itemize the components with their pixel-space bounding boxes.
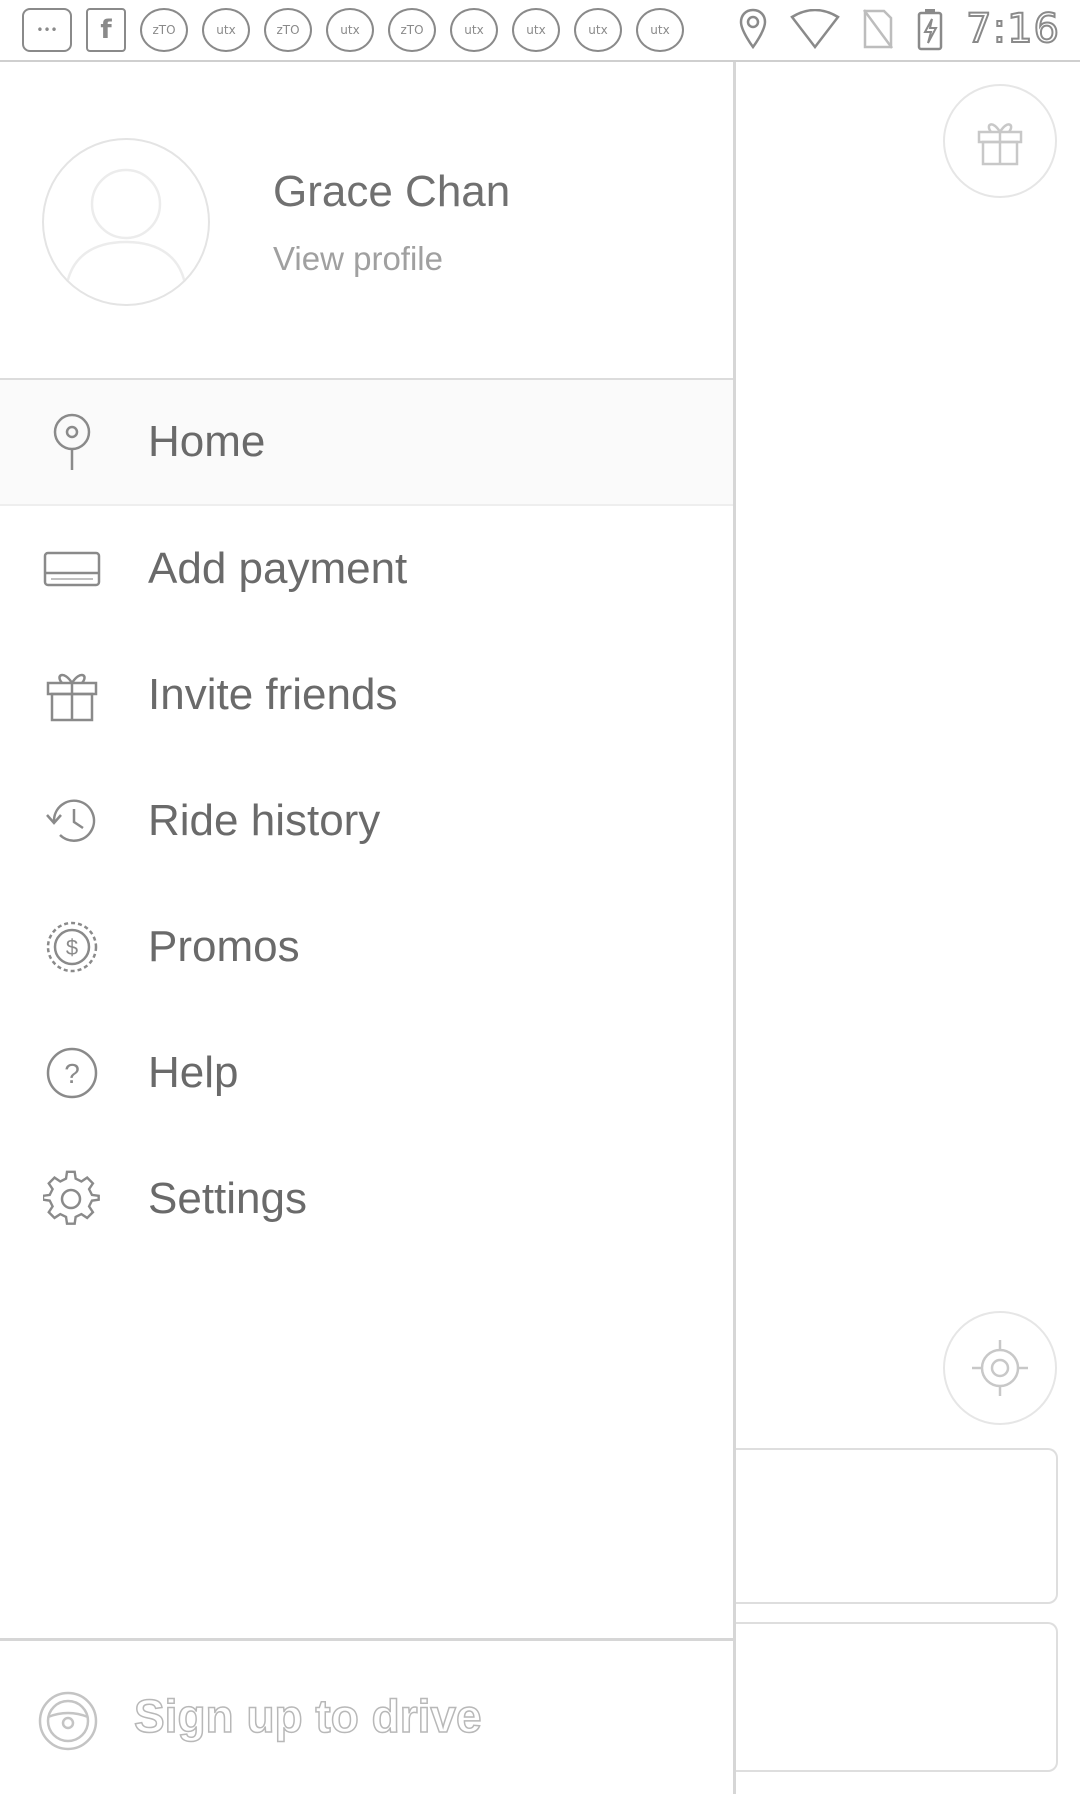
view-profile-link[interactable]: View profile [273,240,443,278]
gift-icon [40,663,104,727]
menu-label: Promos [148,922,300,971]
clock: 7:16 [965,5,1060,53]
sign-up-to-drive-label: Sign up to drive [133,1689,482,1743]
credit-card-icon [40,537,104,601]
locate-me-button[interactable] [943,1311,1057,1425]
ride-option-card[interactable] [736,1622,1058,1772]
app-notification-icon: utx [202,8,250,52]
destination-card[interactable] [736,1448,1058,1604]
steering-wheel-icon [36,1689,100,1753]
user-name: Grace Chan [273,167,511,216]
wifi-icon [790,9,841,49]
gift-button[interactable] [943,84,1057,198]
messages-icon: ••• [22,8,72,52]
menu-label: Home [148,417,266,466]
app-notification-icon: utx [574,8,622,52]
menu-label: Invite friends [148,670,398,719]
promo-badge-icon: $ [40,915,104,979]
menu-item-ride-history[interactable]: Ride history [0,758,733,884]
app-notification-icon: zTO [264,8,312,52]
app-notification-icon: utx [636,8,684,52]
app-notification-icon: utx [326,8,374,52]
location-pin-icon [40,410,104,474]
notification-icons: ••• f zTO utx zTO utx zTO utx utx utx ut… [22,8,684,52]
help-icon: ? [40,1041,104,1105]
facebook-icon: f [86,8,126,52]
menu-item-help[interactable]: ? Help [0,1010,733,1136]
gift-icon [977,123,1023,166]
svg-text:$: $ [66,935,78,960]
svg-text:?: ? [64,1058,80,1089]
status-bar: ••• f zTO utx zTO utx zTO utx utx utx ut… [0,0,1080,62]
person-silhouette-icon [64,168,188,291]
profile-header[interactable]: Grace Chan View profile [0,62,733,380]
menu-item-home[interactable]: Home [0,380,733,506]
app-notification-icon: utx [450,8,498,52]
location-icon [739,8,767,50]
menu-label: Settings [148,1174,307,1223]
drawer-menu: Home Add payment Invite friends Ride his… [0,380,733,1262]
menu-label: Help [148,1048,239,1097]
battery-charging-icon [917,9,943,51]
menu-item-promos[interactable]: $ Promos [0,884,733,1010]
app-notification-icon: zTO [140,8,188,52]
app-notification-icon: utx [512,8,560,52]
no-sim-icon [863,9,894,49]
system-icons: 7:16 [738,5,1060,53]
menu-item-add-payment[interactable]: Add payment [0,506,733,632]
menu-label: Ride history [148,796,381,845]
avatar[interactable] [42,138,210,306]
app-notification-icon: zTO [388,8,436,52]
crosshair-icon [972,1340,1028,1396]
menu-item-settings[interactable]: Settings [0,1136,733,1262]
settings-gear-icon [40,1167,104,1231]
menu-label: Add payment [148,544,408,593]
history-icon [40,789,104,853]
navigation-drawer: Grace Chan View profile Home Add payment… [0,62,736,1794]
menu-item-invite-friends[interactable]: Invite friends [0,632,733,758]
sign-up-to-drive-button[interactable]: Sign up to drive [0,1638,733,1794]
